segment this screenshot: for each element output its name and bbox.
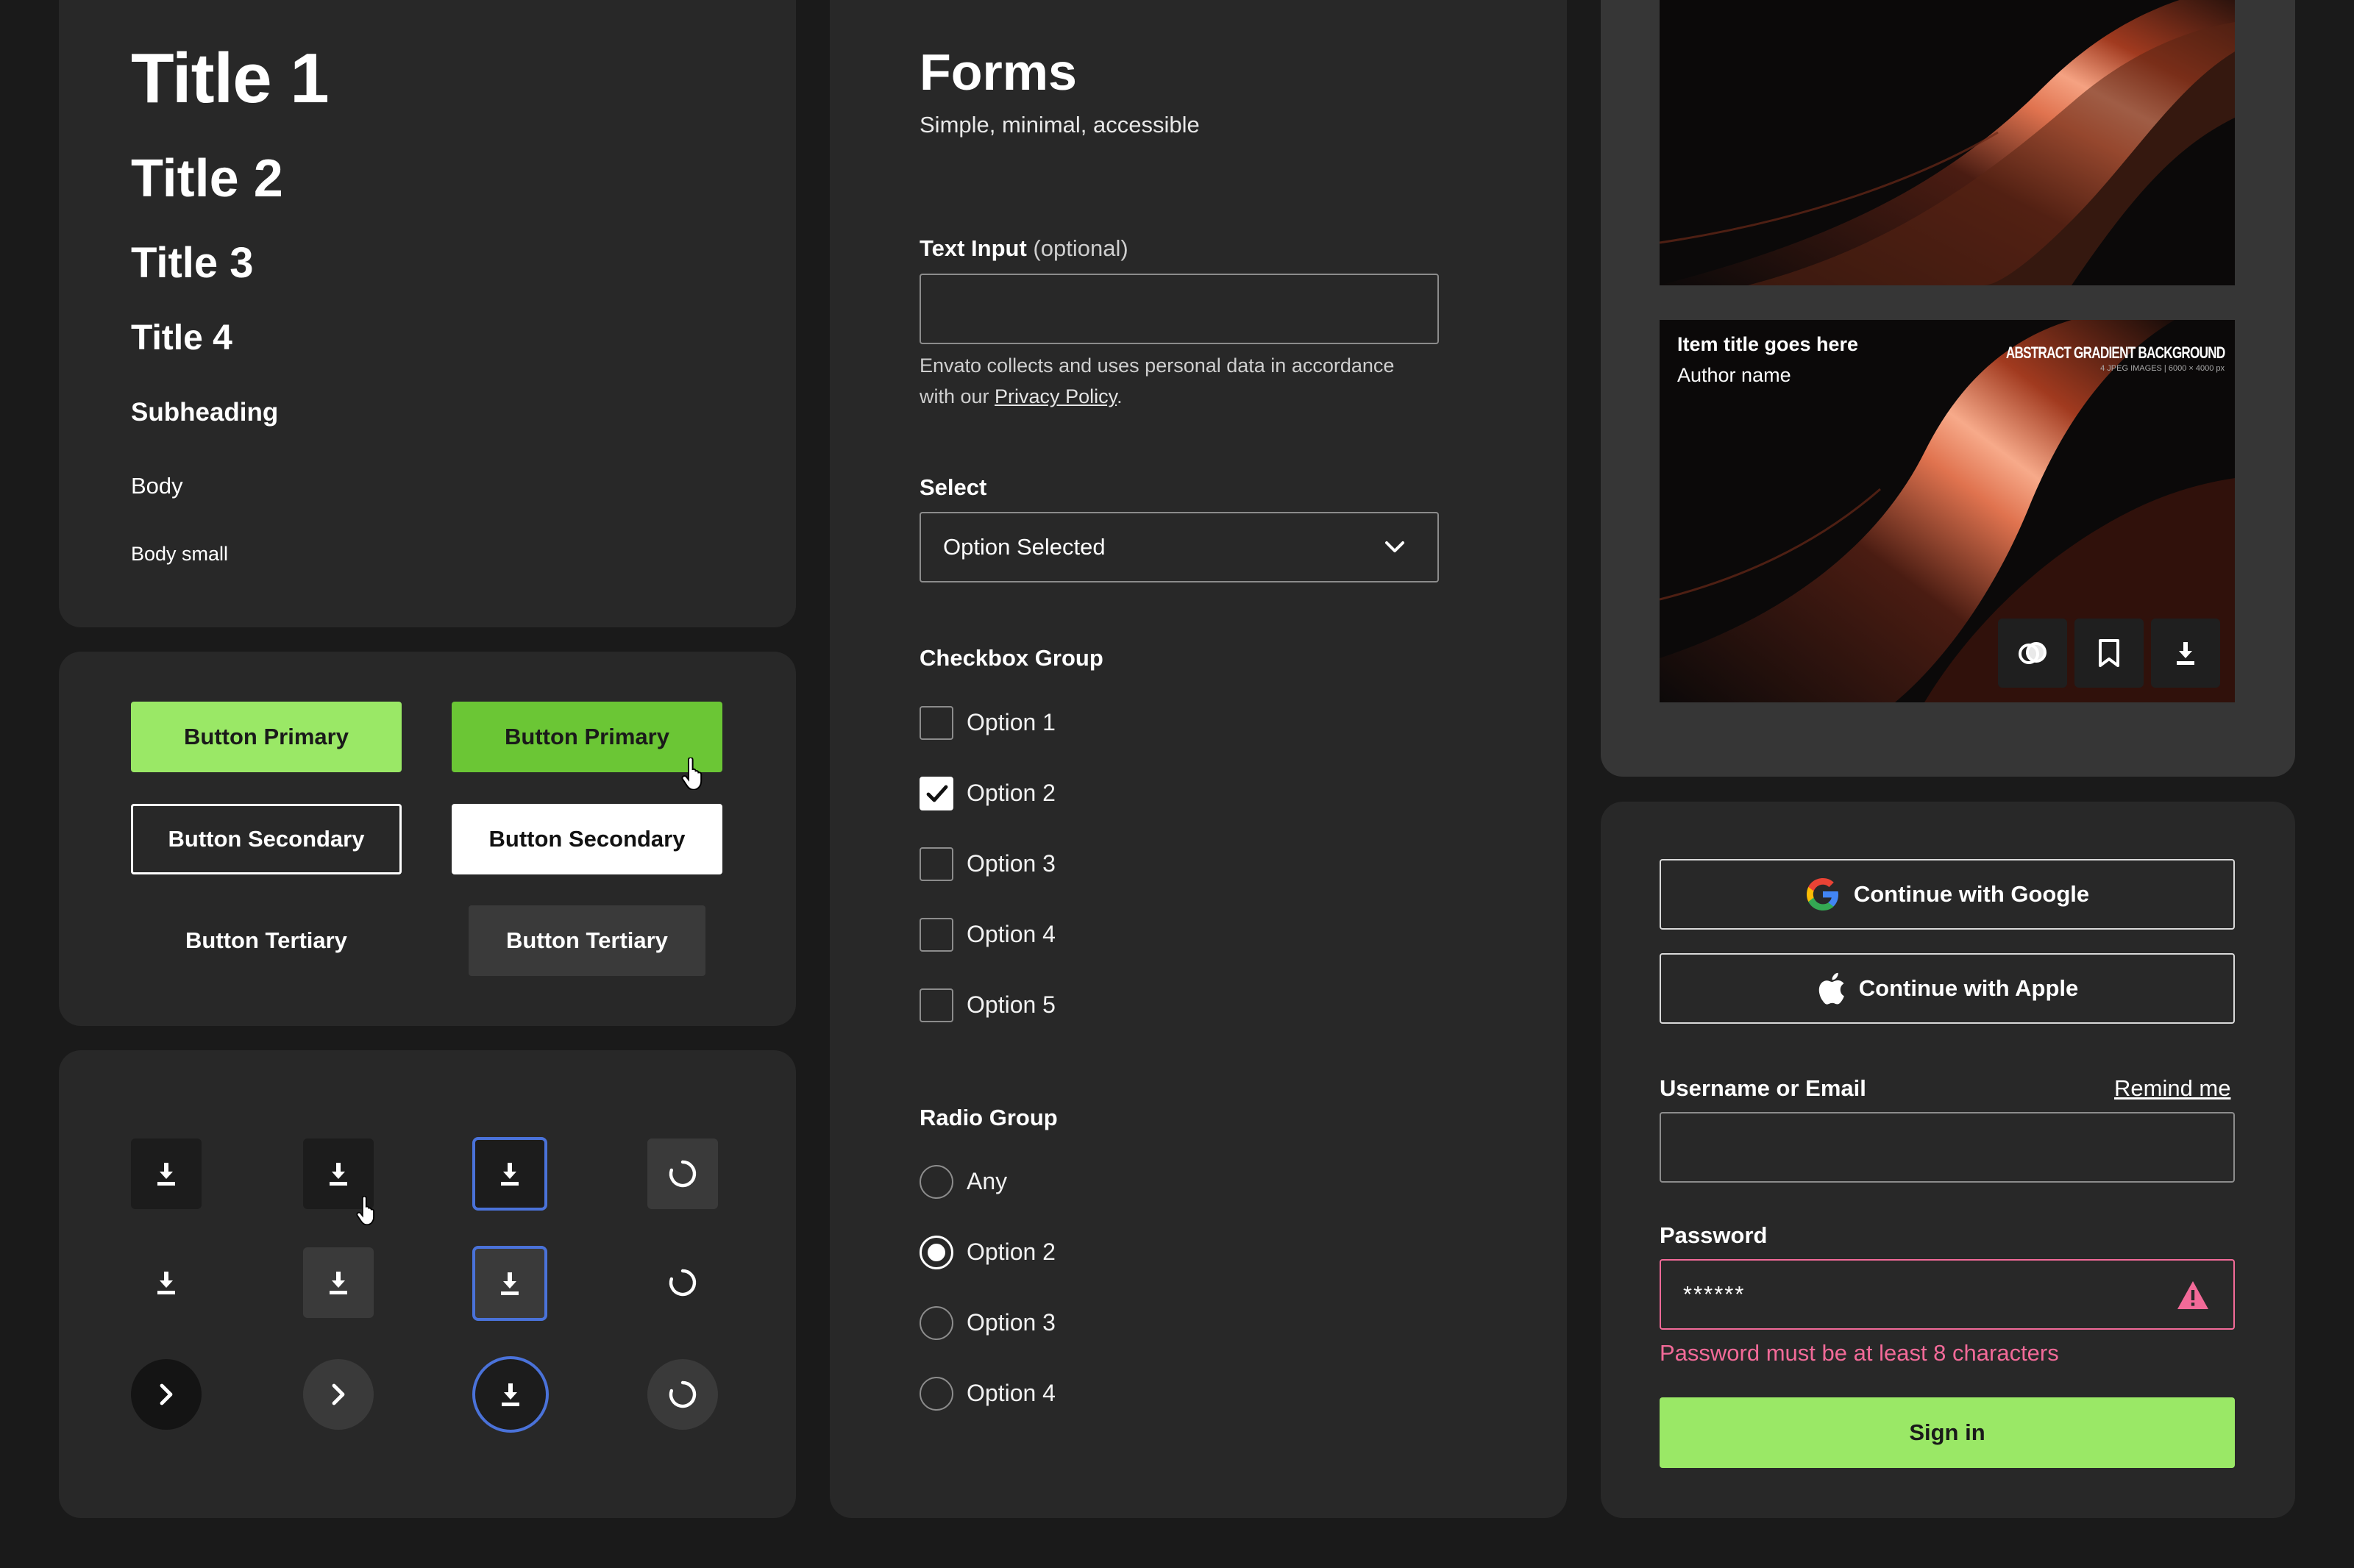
title-1: Title 1 bbox=[131, 39, 330, 118]
radio-option-2[interactable] bbox=[920, 1236, 953, 1269]
body-small-text: Body small bbox=[131, 543, 229, 565]
icon-button-download-plain[interactable] bbox=[131, 1247, 202, 1318]
apple-label: Continue with Apple bbox=[1858, 975, 2079, 1001]
radio-option-3[interactable] bbox=[920, 1306, 953, 1340]
spinner-icon bbox=[669, 1269, 697, 1297]
select-label: Select bbox=[920, 474, 987, 500]
radio-option-4-label: Option 4 bbox=[967, 1380, 1056, 1406]
continue-with-google-button[interactable]: Continue with Google bbox=[1660, 859, 2235, 930]
chevron-right-icon bbox=[160, 1383, 173, 1405]
password-label: Password bbox=[1660, 1222, 1768, 1248]
tertiary-button[interactable]: Button Tertiary bbox=[131, 905, 402, 976]
subheading: Subheading bbox=[131, 398, 279, 427]
cursor-hand-icon bbox=[681, 756, 706, 794]
password-input[interactable]: ****** bbox=[1660, 1259, 2235, 1330]
text-input[interactable] bbox=[920, 274, 1439, 344]
continue-with-apple-button[interactable]: Continue with Apple bbox=[1660, 953, 2235, 1024]
item-title[interactable]: Item title goes here bbox=[1677, 333, 1858, 356]
sign-in-button[interactable]: Sign in bbox=[1660, 1397, 2235, 1468]
download-icon bbox=[157, 1272, 175, 1294]
radio-option-4[interactable] bbox=[920, 1377, 953, 1411]
title-4: Title 4 bbox=[131, 318, 232, 357]
bookmark-icon bbox=[2099, 639, 2119, 667]
item-preview-image-top[interactable] bbox=[1660, 0, 2235, 285]
item-card[interactable]: Item title goes here Author name ABSTRAC… bbox=[1660, 320, 2235, 702]
download-icon bbox=[2177, 642, 2194, 665]
icon-button-download-plain-focus[interactable] bbox=[472, 1246, 547, 1321]
radio-any-label: Any bbox=[967, 1168, 1008, 1194]
select-value: Option Selected bbox=[943, 534, 1106, 560]
title-2: Title 2 bbox=[131, 149, 283, 208]
bookmark-button[interactable] bbox=[2074, 619, 2144, 688]
title-3: Title 3 bbox=[131, 239, 254, 287]
body-text: Body bbox=[131, 473, 183, 499]
forms-panel bbox=[830, 0, 1567, 1518]
item-author[interactable]: Author name bbox=[1677, 364, 1791, 387]
checkbox-option-1-label: Option 1 bbox=[967, 709, 1056, 735]
password-value: ****** bbox=[1683, 1281, 1746, 1307]
privacy-helper-text: Envato collects and uses personal data i… bbox=[920, 354, 1395, 407]
radio-option-2-label: Option 2 bbox=[967, 1239, 1056, 1265]
download-icon bbox=[330, 1163, 347, 1186]
checkbox-option-1[interactable] bbox=[920, 706, 953, 740]
icon-button-download-plain-hover[interactable] bbox=[303, 1247, 374, 1318]
text-input-label: Text Input (optional) bbox=[920, 235, 1128, 261]
art-subtitle: 4 JPEG IMAGES | 6000 × 4000 px bbox=[2100, 364, 2225, 373]
checkbox-group-label: Checkbox Group bbox=[920, 645, 1103, 671]
icon-button-loading[interactable] bbox=[647, 1138, 718, 1209]
icon-button-next-round-hover[interactable] bbox=[303, 1359, 374, 1430]
radio-any[interactable] bbox=[920, 1165, 953, 1199]
checkbox-option-5-label: Option 5 bbox=[967, 991, 1056, 1018]
compare-icon bbox=[2019, 642, 2047, 664]
primary-button[interactable]: Button Primary bbox=[131, 702, 402, 772]
checkbox-option-4[interactable] bbox=[920, 918, 953, 952]
privacy-policy-link[interactable]: Privacy Policy bbox=[995, 385, 1117, 407]
username-label: Username or Email bbox=[1660, 1075, 1866, 1101]
download-icon bbox=[502, 1383, 519, 1406]
warning-icon bbox=[2177, 1281, 2208, 1309]
spinner-icon bbox=[669, 1380, 697, 1408]
compare-button[interactable] bbox=[1998, 619, 2067, 688]
secondary-button[interactable]: Button Secondary bbox=[131, 804, 402, 874]
google-label: Continue with Google bbox=[1853, 881, 2090, 907]
password-error: Password must be at least 8 characters bbox=[1660, 1340, 2059, 1366]
download-icon bbox=[501, 1163, 519, 1186]
icon-button-download-round-focus[interactable] bbox=[472, 1356, 549, 1433]
chevron-down-icon bbox=[1385, 541, 1404, 552]
google-icon bbox=[1806, 878, 1838, 910]
checkbox-option-5[interactable] bbox=[920, 988, 953, 1022]
checkbox-option-2-label: Option 2 bbox=[967, 780, 1056, 806]
radio-option-3-label: Option 3 bbox=[967, 1309, 1056, 1336]
checkbox-option-3-label: Option 3 bbox=[967, 850, 1056, 877]
tertiary-button-hover[interactable]: Button Tertiary bbox=[469, 905, 705, 976]
optional-tag: (optional) bbox=[1033, 235, 1128, 261]
checkbox-option-2[interactable] bbox=[920, 777, 953, 810]
forms-title: Forms bbox=[920, 43, 1077, 101]
checkbox-option-4-label: Option 4 bbox=[967, 921, 1056, 947]
forms-subtitle: Simple, minimal, accessible bbox=[920, 112, 1200, 138]
download-icon bbox=[501, 1272, 519, 1295]
radio-group-label: Radio Group bbox=[920, 1105, 1058, 1130]
remind-me-link[interactable]: Remind me bbox=[2114, 1075, 2231, 1102]
download-button[interactable] bbox=[2151, 619, 2220, 688]
icon-button-next-round[interactable] bbox=[131, 1359, 202, 1430]
art-title: ABSTRACT GRADIENT BACKGROUND bbox=[2005, 343, 2225, 362]
secondary-button-hover[interactable]: Button Secondary bbox=[452, 804, 722, 874]
chevron-right-icon bbox=[332, 1383, 345, 1405]
icon-button-loading-plain[interactable] bbox=[647, 1247, 718, 1318]
checkbox-option-3[interactable] bbox=[920, 847, 953, 881]
download-icon bbox=[330, 1272, 347, 1294]
icon-button-download-focus[interactable] bbox=[472, 1137, 547, 1211]
username-input[interactable] bbox=[1660, 1112, 2235, 1183]
spinner-icon bbox=[669, 1160, 697, 1188]
select-dropdown[interactable]: Option Selected bbox=[920, 512, 1439, 582]
checkmark-icon bbox=[926, 785, 948, 802]
download-icon bbox=[157, 1163, 175, 1186]
icon-button-loading-round[interactable] bbox=[647, 1359, 718, 1430]
cursor-hand-icon bbox=[356, 1195, 378, 1229]
icon-button-download[interactable] bbox=[131, 1138, 202, 1209]
apple-icon bbox=[1818, 972, 1844, 1005]
